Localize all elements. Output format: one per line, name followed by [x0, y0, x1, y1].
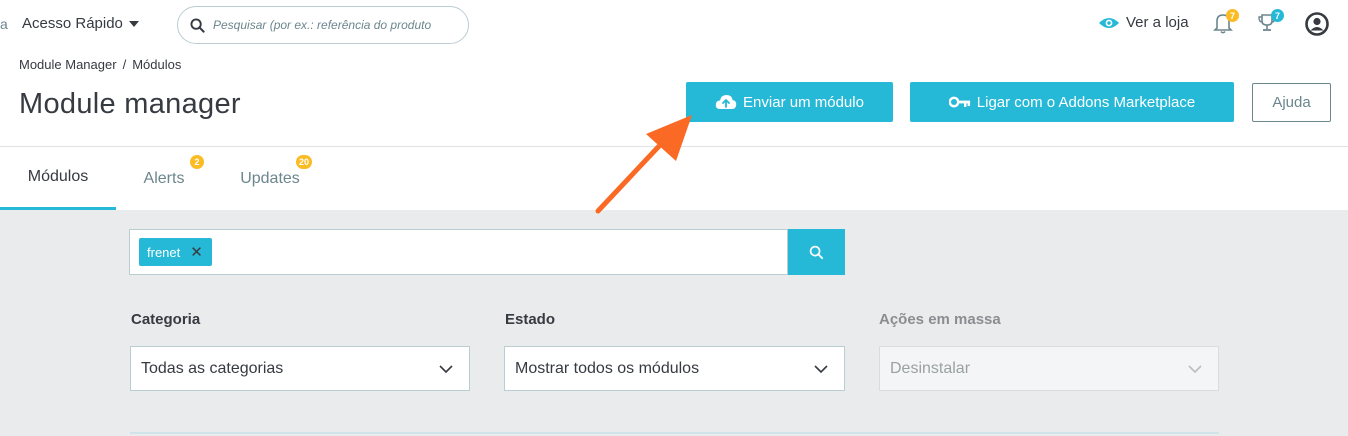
state-select[interactable]: Mostrar todos os módulos [504, 346, 845, 391]
breadcrumb-separator: / [122, 57, 127, 72]
chevron-down-icon [439, 364, 453, 373]
page-title: Module manager [19, 88, 241, 120]
trophy-button[interactable]: 7 [1256, 9, 1284, 39]
module-search-bar: frenet ✕ [129, 229, 845, 275]
user-account-button[interactable] [1305, 12, 1329, 41]
notifications-button[interactable]: 7 [1213, 9, 1239, 39]
chevron-down-icon [1188, 364, 1202, 373]
state-filter-label: Estado [505, 311, 556, 328]
tab-alerts[interactable]: Alerts 2 [128, 147, 204, 210]
connect-addons-label: Ligar com o Addons Marketplace [976, 93, 1196, 111]
tab-updates[interactable]: Updates 20 [222, 147, 318, 210]
bulk-actions-label: Ações em massa [879, 311, 1001, 328]
upload-module-label: Enviar um módulo [743, 93, 864, 111]
category-select[interactable]: Todas as categorias [130, 346, 470, 391]
help-button[interactable]: Ajuda [1252, 83, 1331, 122]
close-icon[interactable]: ✕ [190, 245, 203, 260]
state-select-value: Mostrar todos os módulos [515, 359, 700, 377]
quick-access-label: Acesso Rápido [22, 15, 123, 32]
top-bar: a Acesso Rápido Ver a loja 7 [0, 0, 1348, 50]
search-tag-label: frenet [147, 244, 181, 260]
tab-alerts-badge: 2 [190, 155, 204, 169]
chevron-down-icon [814, 364, 828, 373]
global-search-input[interactable] [213, 18, 458, 32]
breadcrumb-item-module-manager[interactable]: Module Manager [19, 57, 117, 72]
global-search[interactable] [177, 6, 469, 44]
quick-access-dropdown[interactable]: Acesso Rápido [22, 15, 139, 32]
cloud-upload-icon [715, 95, 737, 109]
edge-glyph: a [0, 16, 8, 32]
breadcrumb-item-modules[interactable]: Módulos [132, 57, 181, 72]
breadcrumb: Module Manager / Módulos [19, 57, 181, 72]
tab-modules[interactable]: Módulos [0, 147, 116, 210]
search-tag: frenet ✕ [139, 238, 212, 266]
connect-addons-button[interactable]: Ligar com o Addons Marketplace [910, 82, 1234, 122]
category-select-value: Todas as categorias [141, 359, 284, 377]
notification-badge: 7 [1226, 9, 1239, 22]
bulk-actions-select-value: Desinstalar [890, 359, 971, 377]
tab-alerts-label: Alerts [143, 169, 185, 187]
caret-down-icon [128, 20, 139, 27]
search-icon [809, 245, 824, 259]
tab-updates-badge: 20 [296, 155, 313, 169]
eye-icon [1099, 17, 1119, 28]
tab-modules-label: Módulos [27, 168, 89, 185]
panel-bottom-border [130, 432, 1219, 434]
category-filter-label: Categoria [131, 311, 201, 328]
view-store-label: Ver a loja [1126, 14, 1189, 31]
upload-module-button[interactable]: Enviar um módulo [686, 82, 893, 122]
header-divider [0, 146, 1348, 147]
module-search-input[interactable]: frenet ✕ [129, 229, 788, 275]
module-search-button[interactable] [788, 229, 845, 275]
user-icon [1305, 12, 1329, 36]
trophy-badge: 7 [1271, 9, 1284, 22]
module-filter-panel: frenet ✕ Categoria Estado Ações em massa… [0, 210, 1348, 436]
key-icon [948, 96, 970, 108]
search-icon [190, 17, 205, 33]
view-store-link[interactable]: Ver a loja [1098, 14, 1189, 31]
bulk-actions-select: Desinstalar [879, 346, 1219, 391]
tab-updates-label: Updates [240, 169, 300, 187]
